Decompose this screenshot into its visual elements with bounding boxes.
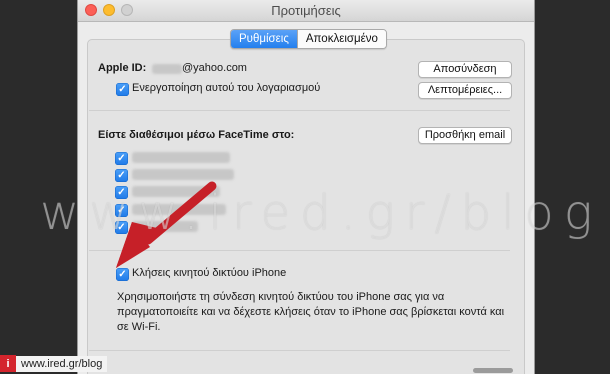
footer-badge: i www.ired.gr/blog: [0, 355, 108, 372]
info-icon: i: [0, 355, 16, 372]
watermark: www.ired.gr/blog: [40, 185, 603, 241]
footer-url: www.ired.gr/blog: [16, 355, 108, 372]
